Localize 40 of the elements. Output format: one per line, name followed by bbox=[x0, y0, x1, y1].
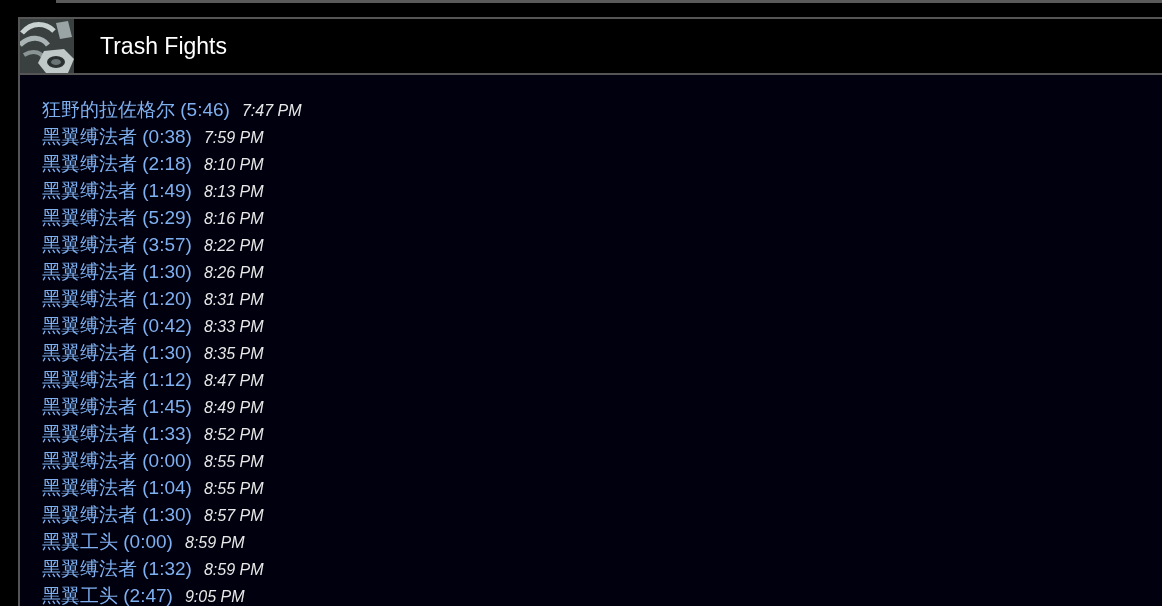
fight-time: 8:10 PM bbox=[203, 156, 264, 174]
fight-link[interactable]: 黑翼缚法者 (2:18) bbox=[42, 151, 192, 177]
fight-time: 8:59 PM bbox=[184, 534, 245, 552]
fight-time: 8:35 PM bbox=[203, 345, 264, 363]
fight-link[interactable]: 黑翼工头 (0:00) bbox=[42, 529, 173, 555]
nut-and-bolts-icon bbox=[20, 19, 74, 73]
fight-time: 8:57 PM bbox=[203, 507, 264, 525]
fight-time: 8:49 PM bbox=[203, 399, 264, 417]
fight-link[interactable]: 狂野的拉佐格尔 (5:46) bbox=[42, 97, 230, 123]
fight-link[interactable]: 黑翼缚法者 (1:30) bbox=[42, 502, 192, 528]
fight-time: 8:13 PM bbox=[203, 183, 264, 201]
fight-time: 8:55 PM bbox=[203, 453, 264, 471]
fight-link[interactable]: 黑翼缚法者 (1:33) bbox=[42, 421, 192, 447]
fight-link[interactable]: 黑翼缚法者 (0:38) bbox=[42, 124, 192, 150]
fight-link[interactable]: 黑翼缚法者 (1:30) bbox=[42, 340, 192, 366]
fight-link[interactable]: 黑翼缚法者 (1:49) bbox=[42, 178, 192, 204]
fight-time: 8:55 PM bbox=[203, 480, 264, 498]
fight-link[interactable]: 黑翼工头 (2:47) bbox=[42, 583, 173, 606]
section-title: Trash Fights bbox=[100, 32, 227, 60]
fight-time: 8:59 PM bbox=[203, 561, 264, 579]
fight-link[interactable]: 黑翼缚法者 (1:45) bbox=[42, 394, 192, 420]
fight-link[interactable]: 黑翼缚法者 (0:42) bbox=[42, 313, 192, 339]
fight-time: 8:26 PM bbox=[203, 264, 264, 282]
fight-link[interactable]: 黑翼缚法者 (5:29) bbox=[42, 205, 192, 231]
fight-time: 8:16 PM bbox=[203, 210, 264, 228]
fight-link[interactable]: 黑翼缚法者 (1:20) bbox=[42, 286, 192, 312]
fight-time: 7:47 PM bbox=[241, 102, 302, 120]
fight-link[interactable]: 黑翼缚法者 (1:12) bbox=[42, 367, 192, 393]
fight-time: 8:33 PM bbox=[203, 318, 264, 336]
fight-link[interactable]: 黑翼缚法者 (1:30) bbox=[42, 259, 192, 285]
fight-time: 7:59 PM bbox=[203, 129, 264, 147]
fight-time: 8:52 PM bbox=[203, 426, 264, 444]
fight-time: 8:22 PM bbox=[203, 237, 264, 255]
fight-link[interactable]: 黑翼缚法者 (1:04) bbox=[42, 475, 192, 501]
fight-link[interactable]: 黑翼缚法者 (3:57) bbox=[42, 232, 192, 258]
fight-time: 8:47 PM bbox=[203, 372, 264, 390]
fight-time: 8:31 PM bbox=[203, 291, 264, 309]
fight-time: 9:05 PM bbox=[184, 588, 245, 606]
fight-link[interactable]: 黑翼缚法者 (0:00) bbox=[42, 448, 192, 474]
fight-link[interactable]: 黑翼缚法者 (1:32) bbox=[42, 556, 192, 582]
